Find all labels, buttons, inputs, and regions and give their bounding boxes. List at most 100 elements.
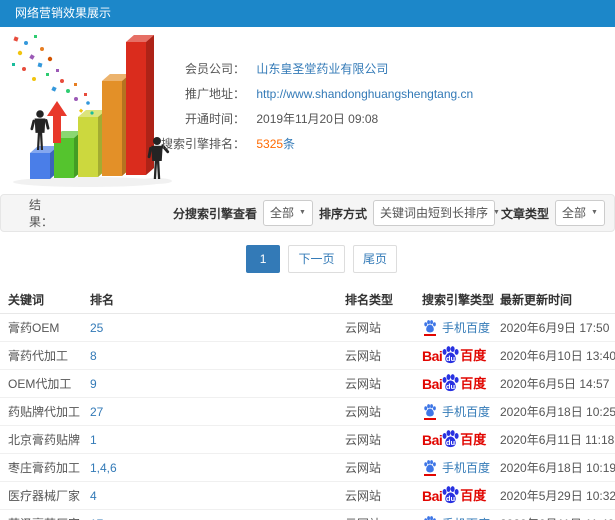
info-row: 推广地址： http://www.shandonghuangshengtang.… [130, 82, 615, 107]
column-header: 排名 [85, 285, 340, 314]
next-page-button[interactable]: 下一页 [288, 245, 345, 273]
engine-label: 手机百度 [442, 320, 491, 335]
red-underline [423, 473, 436, 476]
article-type-value: 全部 [562, 206, 587, 220]
info-value: 5325条 [256, 137, 295, 151]
rank-link[interactable]: 1,4,6 [90, 461, 117, 475]
bar-yellow [78, 110, 106, 177]
article-type-label: 文章类型 [500, 206, 549, 221]
table-row: 北京膏药贴牌 1 云网站 Bai du 百度 2020年6月11日 11:18 [0, 425, 615, 454]
baidu-logo-text: Bai [422, 347, 443, 364]
ranking-unit: 条 [283, 137, 296, 151]
chevron-down-icon: ▼ [591, 209, 598, 216]
engine-cell: 手机百度 [412, 509, 497, 520]
keyword-cell: OEM代加工 [0, 369, 85, 398]
sort-filter-select[interactable]: 关键词由短到长排序 ▼ [372, 200, 500, 226]
engine-label: 手机百度 [442, 404, 491, 419]
rank-link[interactable]: 9 [90, 377, 97, 391]
rank-cell: 17 [85, 509, 340, 520]
keyword-cell: 枣庄膏药加工 [0, 453, 85, 482]
baidu-logo: Bai du 百度 [422, 345, 487, 366]
mobile-baidu-logo: 手机百度 [422, 319, 491, 336]
info-label: 搜索引擎排名： [160, 137, 245, 151]
baidu-paw-icon: du [441, 485, 460, 504]
rank-type-cell: 云网站 [340, 313, 412, 342]
rank-cell: 27 [85, 397, 340, 426]
rank-type-cell: 云网站 [340, 341, 412, 370]
baidu-logo-text: Bai [422, 431, 443, 448]
page: 网络营销效果展示 会员公司： 山东皇圣堂药业有限公司 推广地址： http://… [0, 0, 615, 520]
rank-cell: 25 [85, 313, 340, 342]
rank-link[interactable]: 1 [90, 433, 97, 447]
info-value[interactable]: http://www.shandonghuangshengtang.cn [256, 87, 473, 101]
rank-type-cell: 云网站 [340, 481, 412, 510]
sort-filter-label: 排序方式 [318, 206, 367, 221]
table-row: 膏药代加工 8 云网站 Bai du 百度 2020年6月10日 13:40 [0, 341, 615, 370]
info-label: 会员公司： [184, 62, 245, 76]
rank-cell: 9 [85, 369, 340, 398]
chevron-down-icon: ▼ [493, 209, 500, 216]
baidu-paw-icon [422, 459, 437, 476]
engine-cell: Bai du 百度 [412, 481, 497, 510]
keyword-cell: 北京膏药贴牌 [0, 425, 85, 454]
info-value[interactable]: 山东皇圣堂药业有限公司 [256, 62, 388, 76]
rank-link[interactable]: 25 [90, 321, 103, 335]
rank-type-cell: 云网站 [340, 369, 412, 398]
rank-link[interactable]: 8 [90, 349, 97, 363]
page-title: 网络营销效果展示 [15, 6, 112, 20]
baidu-paw-icon [422, 403, 437, 420]
baidu-logo-text: Bai [422, 487, 443, 504]
baidu-logo-cn-text: 百度 [460, 348, 487, 363]
keyword-cell: 菏泽膏药厂家 [0, 509, 85, 520]
info-row: 开通时间： 2019年11月20日 09:08 [130, 107, 615, 132]
rank-cell: 4 [85, 481, 340, 510]
baidu-logo-cn-text: 百度 [460, 376, 487, 391]
baidu-paw-icon [422, 515, 437, 520]
rank-type-cell: 云网站 [340, 425, 412, 454]
rank-cell: 1,4,6 [85, 453, 340, 482]
mobile-baidu-logo: 手机百度 [422, 515, 490, 520]
updated-cell: 2020年6月9日 17:50 [497, 313, 615, 342]
rank-type-cell: 云网站 [340, 453, 412, 482]
updated-cell: 2020年6月11日 11:40 [497, 509, 615, 520]
rank-cell: 1 [85, 425, 340, 454]
rank-link[interactable]: 27 [90, 405, 103, 419]
baidu-logo: Bai du 百度 [422, 485, 486, 506]
table-row: 医疗器械厂家 4 云网站 Bai du 百度 2020年5月29日 10:32 [0, 481, 615, 510]
info-label: 开通时间： [184, 112, 245, 126]
info-value: 2019年11月20日 09:08 [256, 112, 379, 126]
header-bar: 网络营销效果展示 [0, 0, 615, 27]
chevron-down-icon: ▼ [299, 209, 306, 216]
updated-cell: 2020年6月10日 13:40 [497, 341, 615, 370]
engine-filter-select[interactable]: 全部 ▼ [263, 200, 313, 226]
top-section: 会员公司： 山东皇圣堂药业有限公司 推广地址： http://www.shand… [0, 27, 615, 193]
article-type-select[interactable]: 全部 ▼ [555, 200, 605, 226]
baidu-paw-icon: du [441, 429, 460, 448]
ranking-count: 5325 [256, 137, 284, 151]
svg-text:du: du [446, 353, 456, 362]
baidu-logo: Bai du 百度 [422, 373, 487, 394]
updated-cell: 2020年6月18日 10:25 [497, 397, 615, 426]
svg-text:du: du [446, 493, 456, 502]
keyword-cell: 药贴牌代加工 [0, 397, 85, 426]
info-list: 会员公司： 山东皇圣堂药业有限公司 推广地址： http://www.shand… [130, 57, 615, 157]
updated-cell: 2020年6月18日 10:19 [497, 453, 615, 482]
rank-link[interactable]: 17 [90, 517, 103, 520]
sort-filter-value: 关键词由短到长排序 [379, 206, 488, 220]
column-header: 关键词 [0, 285, 85, 314]
rank-type-cell: 云网站 [340, 509, 412, 520]
baidu-logo-cn-text: 百度 [460, 432, 487, 447]
table-row: 枣庄膏药加工 1,4,6 云网站 手机百度 2020年6月18日 10:19 [0, 453, 615, 482]
page-button-current[interactable]: 1 [246, 245, 281, 273]
table-row: 膏药OEM 25 云网站 手机百度 2020年6月9日 17:50 [0, 313, 615, 342]
baidu-logo: Bai du 百度 [422, 429, 487, 450]
baidu-logo-text: Bai [422, 375, 443, 392]
engine-cell: Bai du 百度 [412, 369, 497, 398]
rank-link[interactable]: 4 [90, 489, 97, 503]
table-body: 膏药OEM 25 云网站 手机百度 2020年6月9日 17:50 膏药代加工 … [0, 313, 615, 520]
engine-cell: Bai du 百度 [412, 341, 497, 370]
engine-filter-label: 分搜索引擎查看 [173, 206, 258, 221]
column-header: 最新更新时间 [497, 285, 615, 314]
last-page-button[interactable]: 尾页 [352, 245, 397, 273]
svg-text:du: du [446, 437, 456, 446]
